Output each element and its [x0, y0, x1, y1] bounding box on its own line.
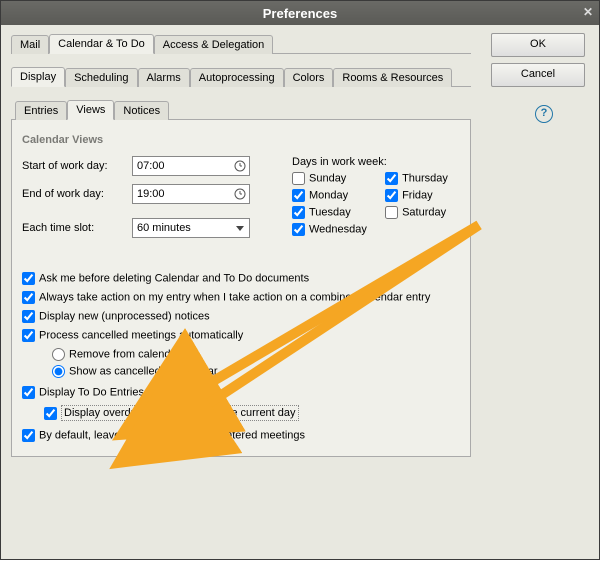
- day-saturday[interactable]: Saturday: [385, 206, 448, 219]
- body: OK Cancel ? Mail Calendar & To Do Access…: [1, 25, 599, 559]
- tab-entries[interactable]: Entries: [15, 101, 67, 120]
- opt-display-overdue[interactable]: Display overdue To Do items on the curre…: [44, 405, 460, 421]
- help-icon[interactable]: ?: [535, 105, 553, 123]
- tabs-subsub: Entries Views Notices: [15, 99, 415, 120]
- tab-alarms[interactable]: Alarms: [138, 68, 190, 87]
- close-icon[interactable]: ✕: [583, 5, 593, 19]
- ok-button[interactable]: OK: [491, 33, 585, 57]
- chevron-down-icon[interactable]: [233, 221, 247, 235]
- end-workday-label: End of work day:: [22, 188, 132, 200]
- tab-rooms-resources[interactable]: Rooms & Resources: [333, 68, 452, 87]
- tab-access-delegation[interactable]: Access & Delegation: [154, 35, 274, 54]
- dialog-buttons: OK Cancel: [491, 33, 583, 93]
- tab-calendar-todo[interactable]: Calendar & To Do: [49, 34, 154, 54]
- tabs-sub: Display Scheduling Alarms Autoprocessing…: [11, 66, 471, 87]
- day-sunday[interactable]: Sunday: [292, 172, 382, 185]
- views-panel: Calendar Views Start of work day: 07:00 …: [11, 119, 471, 457]
- end-workday-field[interactable]: 19:00: [132, 184, 250, 204]
- tab-display[interactable]: Display: [11, 67, 65, 87]
- tab-notices[interactable]: Notices: [114, 101, 169, 120]
- opt-placeholder-countered[interactable]: By default, leave a placeholder for coun…: [22, 429, 460, 442]
- tab-scheduling[interactable]: Scheduling: [65, 68, 137, 87]
- preferences-window: Preferences ✕ OK Cancel ? Mail Calendar …: [0, 0, 600, 560]
- cancel-button[interactable]: Cancel: [491, 63, 585, 87]
- end-workday-value: 19:00: [137, 188, 165, 200]
- start-workday-label: Start of work day:: [22, 160, 132, 172]
- opt-show-as-cancelled[interactable]: Show as cancelled in calendar: [52, 365, 460, 378]
- clock-icon[interactable]: [233, 187, 247, 201]
- days-header: Days in work week:: [292, 156, 448, 168]
- opt-display-todo[interactable]: Display To Do Entries: [22, 386, 460, 399]
- opt-process-cancelled[interactable]: Process cancelled meetings automatically: [22, 329, 460, 342]
- day-tuesday[interactable]: Tuesday: [292, 206, 382, 219]
- tab-colors[interactable]: Colors: [284, 68, 334, 87]
- timeslot-label: Each time slot:: [22, 222, 132, 234]
- tab-autoprocessing[interactable]: Autoprocessing: [190, 68, 284, 87]
- opt-always-action[interactable]: Always take action on my entry when I ta…: [22, 291, 460, 304]
- timeslot-field[interactable]: 60 minutes: [132, 218, 250, 238]
- titlebar: Preferences ✕: [1, 1, 599, 25]
- start-workday-field[interactable]: 07:00: [132, 156, 250, 176]
- opt-display-new[interactable]: Display new (unprocessed) notices: [22, 310, 460, 323]
- opt-remove-from-calendar[interactable]: Remove from calendar: [52, 348, 460, 361]
- window-title: Preferences: [263, 6, 337, 21]
- opt-ask-delete[interactable]: Ask me before deleting Calendar and To D…: [22, 272, 460, 285]
- start-workday-value: 07:00: [137, 160, 165, 172]
- day-wednesday[interactable]: Wednesday: [292, 223, 382, 236]
- days-in-work-week: Days in work week: Sunday Monday Tuesday…: [292, 156, 448, 240]
- tabs-top: Mail Calendar & To Do Access & Delegatio…: [11, 33, 471, 54]
- day-thursday[interactable]: Thursday: [385, 172, 448, 185]
- clock-icon[interactable]: [233, 159, 247, 173]
- timeslot-value: 60 minutes: [137, 222, 191, 234]
- day-monday[interactable]: Monday: [292, 189, 382, 202]
- day-friday[interactable]: Friday: [385, 189, 448, 202]
- tab-mail[interactable]: Mail: [11, 35, 49, 54]
- section-title: Calendar Views: [22, 134, 460, 146]
- tab-views[interactable]: Views: [67, 100, 114, 120]
